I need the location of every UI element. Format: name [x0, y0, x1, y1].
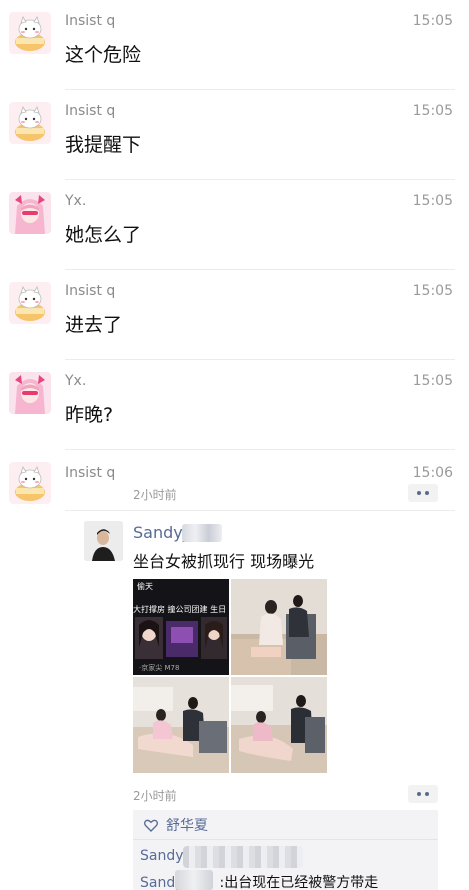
- photo-caption: ·京家尖 M78: [139, 664, 180, 672]
- comments-panel: 舒华夏 Sandy Sandy:出台现在已经被警方带走: [133, 810, 438, 890]
- dot-icon: [417, 491, 421, 495]
- message-row[interactable]: Yx. 15:05 她怎么了: [0, 180, 469, 270]
- liker-name[interactable]: 舒华夏: [166, 815, 208, 835]
- person-avatar-icon: [84, 521, 123, 561]
- sender-name: Insist q: [65, 103, 116, 119]
- dot-icon: [425, 792, 429, 796]
- avatar[interactable]: [9, 12, 51, 54]
- mosaic-blur: [175, 870, 213, 890]
- shared-moment-message[interactable]: Insist q 15:06 2小时前 Sandy_ 坐台女被抓现行 现场曝光 …: [0, 450, 469, 890]
- avatar[interactable]: [9, 192, 51, 234]
- message-text: 昨晚?: [65, 404, 114, 426]
- message-text: 我提醒下: [65, 134, 142, 156]
- message-row[interactable]: Insist q 15:05 我提醒下: [0, 90, 469, 180]
- cat-avatar-icon: [9, 12, 51, 54]
- sender-name: Insist q: [65, 13, 116, 29]
- moment-photo[interactable]: 偷天 大打撑房 撞公司团建 生日 ·京家尖 M78: [133, 579, 229, 675]
- photo-room-scene-icon: [133, 677, 229, 773]
- sender-name: Insist q: [65, 465, 116, 481]
- avatar[interactable]: [9, 462, 51, 504]
- moment-author-avatar[interactable]: [84, 521, 123, 561]
- divider: [65, 510, 455, 511]
- message-row[interactable]: Insist q 15:05 这个危险: [0, 0, 469, 90]
- message-text: 她怎么了: [65, 224, 142, 246]
- message-time: 15:05: [412, 373, 453, 389]
- photo-title: 偷天: [137, 582, 153, 591]
- photo-room-scene-icon: [231, 579, 327, 675]
- message-row[interactable]: Insist q 15:05 进去了: [0, 270, 469, 360]
- heart-icon: [143, 819, 159, 832]
- avatar[interactable]: [9, 372, 51, 414]
- dot-icon: [417, 792, 421, 796]
- message-time: 15:05: [412, 13, 453, 29]
- anime-girl-avatar-icon: [9, 192, 51, 234]
- message-time: 15:05: [412, 193, 453, 209]
- message-row[interactable]: Yx. 15:05 昨晚?: [0, 360, 469, 450]
- mosaic-blur: [182, 524, 222, 542]
- cat-avatar-icon: [9, 462, 51, 504]
- likes-row: 舒华夏: [143, 815, 208, 835]
- moment-photo[interactable]: [231, 677, 327, 773]
- sender-name: Yx.: [65, 193, 87, 209]
- comment-text: :出台现在已经被警方带走: [219, 875, 379, 890]
- sender-name: Insist q: [65, 283, 116, 299]
- cat-avatar-icon: [9, 282, 51, 324]
- moment-text: 坐台女被抓现行 现场曝光: [133, 552, 315, 571]
- time-ago: 2小时前: [133, 488, 177, 502]
- photo-tags: 大打撑房 撞公司团建 生日: [133, 605, 227, 614]
- message-text: 这个危险: [65, 44, 142, 66]
- dot-icon: [425, 491, 429, 495]
- more-options-button[interactable]: [408, 484, 438, 502]
- comment-author[interactable]: Sandy: [140, 848, 184, 864]
- moment-time-ago: 2小时前: [133, 789, 177, 803]
- divider: [133, 839, 438, 840]
- moment-photo[interactable]: [231, 579, 327, 675]
- message-time: 15:06: [412, 465, 453, 481]
- message-text: 进去了: [65, 314, 123, 336]
- mosaic-blur: [183, 846, 303, 868]
- moment-photo[interactable]: [133, 677, 229, 773]
- message-time: 15:05: [412, 283, 453, 299]
- moment-options-button[interactable]: [408, 785, 438, 803]
- anime-girl-avatar-icon: [9, 372, 51, 414]
- cat-avatar-icon: [9, 102, 51, 144]
- avatar[interactable]: [9, 102, 51, 144]
- avatar[interactable]: [9, 282, 51, 324]
- message-time: 15:05: [412, 103, 453, 119]
- sender-name: Yx.: [65, 373, 87, 389]
- photo-collage-icon: [135, 617, 227, 659]
- photo-room-scene-icon: [231, 677, 327, 773]
